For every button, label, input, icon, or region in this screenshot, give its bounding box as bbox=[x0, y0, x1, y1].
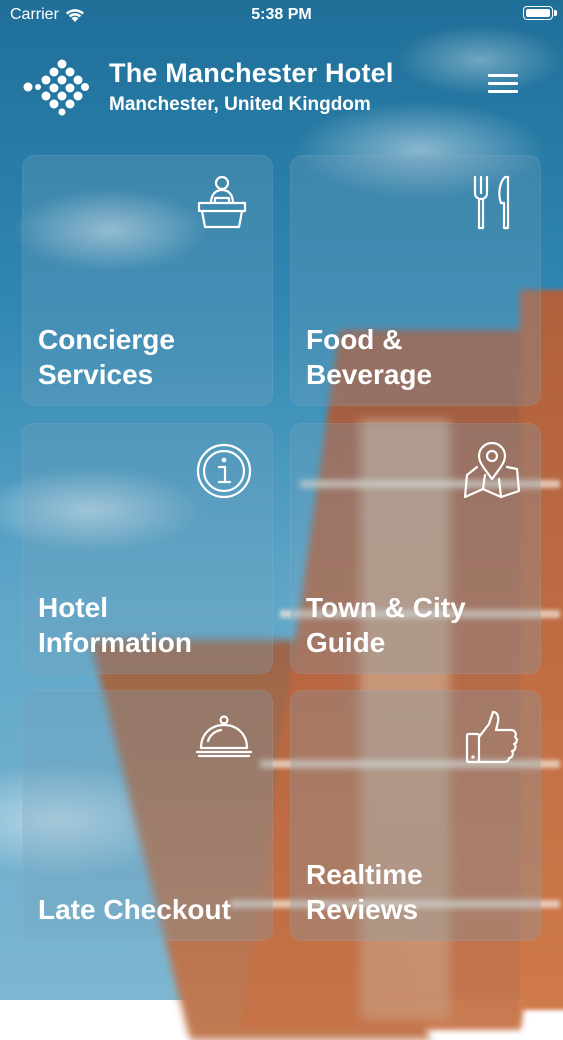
hotel-logo-icon bbox=[23, 59, 89, 116]
status-bar: Carrier 5:38 PM bbox=[0, 0, 563, 30]
hotel-location: Manchester, United Kingdom bbox=[109, 94, 371, 115]
battery-icon bbox=[523, 6, 557, 20]
tile-food-beverage[interactable]: Food & Beverage bbox=[290, 155, 541, 406]
hamburger-menu-icon[interactable] bbox=[488, 74, 518, 100]
fork-knife-icon bbox=[473, 175, 510, 230]
tile-town-city-guide[interactable]: Town & City Guide bbox=[290, 423, 541, 674]
tile-realtime-reviews[interactable]: Realtime Reviews bbox=[290, 690, 541, 941]
map-pin-icon bbox=[463, 441, 521, 499]
status-time: 5:38 PM bbox=[251, 6, 312, 23]
tile-hotel-information[interactable]: Hotel Information bbox=[22, 423, 273, 674]
thumbs-up-icon bbox=[465, 710, 518, 764]
hotel-name: The Manchester Hotel bbox=[109, 58, 394, 88]
tile-label: Hotel Information bbox=[38, 592, 192, 658]
tile-label: Late Checkout bbox=[38, 894, 231, 925]
tile-label: Realtime Reviews bbox=[306, 859, 423, 925]
app-header: The Manchester Hotel Manchester, United … bbox=[0, 50, 563, 130]
info-icon bbox=[196, 443, 252, 499]
tile-label: Town & City Guide bbox=[306, 592, 466, 658]
concierge-desk-icon bbox=[197, 175, 247, 229]
tile-label: Food & Beverage bbox=[306, 324, 433, 390]
tile-concierge-services[interactable]: Concierge Services bbox=[22, 155, 273, 406]
cloche-icon bbox=[195, 715, 253, 758]
tile-late-checkout[interactable]: Late Checkout bbox=[22, 690, 273, 941]
tile-label: Concierge Services bbox=[38, 324, 175, 390]
